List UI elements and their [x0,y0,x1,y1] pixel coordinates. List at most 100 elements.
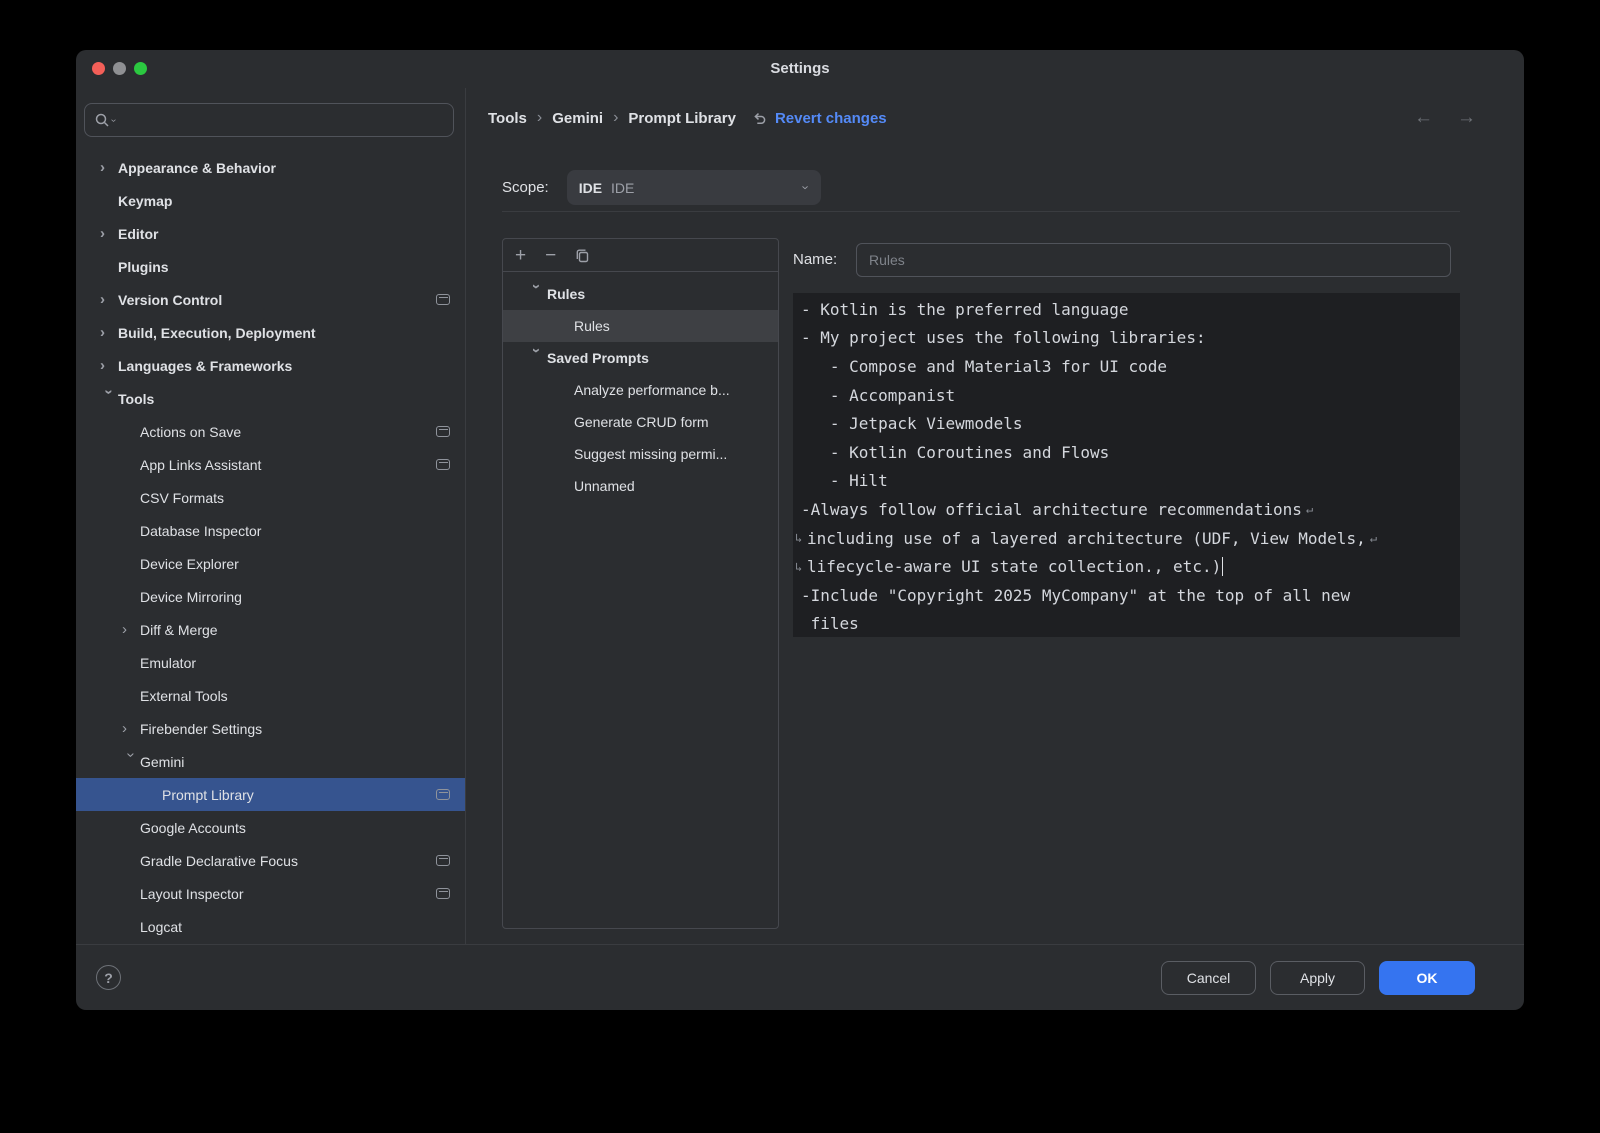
history-nav: ← → [1414,107,1476,129]
prompt-item-analyze-performance-b[interactable]: Analyze performance b... [503,374,778,406]
prompt-name-input[interactable] [856,243,1451,277]
prompt-group-saved-prompts[interactable]: ›Saved Prompts [503,342,778,374]
forward-arrow-icon[interactable]: → [1457,107,1476,129]
prompt-label: Saved Prompts [547,350,649,366]
revert-icon [752,110,768,126]
ide-config-icon [436,888,450,899]
apply-button[interactable]: Apply [1270,961,1365,995]
prompt-item-rules[interactable]: Rules [503,310,778,342]
prompt-group-rules[interactable]: ›Rules [503,278,778,310]
prompt-label: Analyze performance b... [574,382,730,398]
revert-changes-link[interactable]: Revert changes [752,110,887,127]
ok-button[interactable]: OK [1379,961,1475,995]
sidebar-item-emulator[interactable]: Emulator [76,646,465,679]
sidebar-item-label: CSV Formats [140,490,224,506]
editor-line-text: - Kotlin is the preferred language [801,300,1129,319]
sidebar-item-logcat[interactable]: Logcat [76,910,465,943]
chevron-down-icon[interactable]: › [529,284,544,305]
sidebar-item-app-links-assistant[interactable]: App Links Assistant [76,448,465,481]
prompt-item-generate-crud-form[interactable]: Generate CRUD form [503,406,778,438]
remove-prompt-button[interactable]: − [545,246,556,265]
breadcrumb-separator: › [537,109,542,127]
add-prompt-button[interactable]: + [515,246,526,265]
sidebar-item-label: Plugins [118,259,169,275]
copy-prompt-button[interactable] [575,248,590,263]
close-button[interactable] [92,62,105,75]
breadcrumb-item-gemini[interactable]: Gemini [552,110,603,127]
sidebar-item-device-mirroring[interactable]: Device Mirroring [76,580,465,613]
settings-window: Settings › ›Appearance & BehaviorKeymap›… [76,50,1524,1010]
settings-search-box[interactable]: › [84,103,454,137]
sidebar-item-gemini[interactable]: ›Gemini [76,745,465,778]
zoom-button[interactable] [134,62,147,75]
sidebar-item-device-explorer[interactable]: Device Explorer [76,547,465,580]
back-arrow-icon[interactable]: ← [1414,107,1433,129]
chevron-right-icon[interactable]: › [122,721,140,736]
chevron-right-icon[interactable]: › [100,226,118,241]
chevron-right-icon[interactable]: › [100,292,118,307]
name-label: Name: [793,251,837,268]
sidebar-item-actions-on-save[interactable]: Actions on Save [76,415,465,448]
chevron-right-icon[interactable]: › [100,160,118,175]
editor-line-text: files [801,614,859,633]
sidebar-item-label: Actions on Save [140,424,241,440]
sidebar-item-prompt-library[interactable]: Prompt Library [76,778,465,811]
breadcrumb: Tools › Gemini › Prompt Library [488,109,736,127]
breadcrumb-separator: › [613,109,618,127]
prompt-label: Rules [547,286,585,302]
sidebar-item-label: Layout Inspector [140,886,244,902]
sidebar-item-external-tools[interactable]: External Tools [76,679,465,712]
sidebar-item-label: Prompt Library [162,787,254,803]
sidebar-item-label: Gemini [140,754,184,770]
sidebar-item-label: Editor [118,226,158,242]
search-history-chevron-icon[interactable]: › [108,118,119,121]
settings-search-input[interactable] [117,112,444,128]
sidebar-item-tools[interactable]: ›Tools [76,382,465,415]
breadcrumb-item-prompt-library[interactable]: Prompt Library [628,110,736,127]
chevron-down-icon[interactable]: › [529,348,544,369]
sidebar-item-csv-formats[interactable]: CSV Formats [76,481,465,514]
sidebar-item-plugins[interactable]: Plugins [76,250,465,283]
editor-line-text: -Include "Copyright 2025 MyCompany" at t… [801,586,1350,605]
titlebar[interactable]: Settings [76,50,1524,88]
sidebar-item-label: Appearance & Behavior [118,160,276,176]
sidebar-item-version-control[interactable]: ›Version Control [76,283,465,316]
sidebar-item-gradle-declarative-focus[interactable]: Gradle Declarative Focus [76,844,465,877]
scope-dropdown[interactable]: IDE IDE › [567,170,821,205]
editor-line: ↳including use of a layered architecture… [801,524,1452,553]
copy-icon [575,248,590,263]
chevron-down-icon[interactable]: › [124,753,139,771]
sidebar-item-keymap[interactable]: Keymap [76,184,465,217]
sidebar-item-build-execution-deployment[interactable]: ›Build, Execution, Deployment [76,316,465,349]
soft-wrap-start-icon: ↳ [795,531,807,545]
sidebar-item-layout-inspector[interactable]: Layout Inspector [76,877,465,910]
prompt-editor[interactable]: - Kotlin is the preferred language- My p… [793,293,1460,637]
sidebar-item-database-inspector[interactable]: Database Inspector [76,514,465,547]
sidebar-item-diff-merge[interactable]: ›Diff & Merge [76,613,465,646]
sidebar-item-label: External Tools [140,688,228,704]
sidebar-item-firebender-settings[interactable]: ›Firebender Settings [76,712,465,745]
chevron-down-icon[interactable]: › [102,390,117,408]
prompt-list-toolbar: + − [503,239,778,272]
sidebar-item-editor[interactable]: ›Editor [76,217,465,250]
sidebar-item-label: Google Accounts [140,820,246,836]
cancel-button[interactable]: Cancel [1161,961,1256,995]
scope-value: IDE [611,180,634,196]
minimize-button[interactable] [113,62,126,75]
editor-line-text: - Jetpack Viewmodels [801,414,1023,433]
sidebar-item-google-accounts[interactable]: Google Accounts [76,811,465,844]
breadcrumb-item-tools[interactable]: Tools [488,110,527,127]
ide-config-icon [436,789,450,800]
chevron-right-icon[interactable]: › [122,622,140,637]
prompt-item-suggest-missing-permi[interactable]: Suggest missing permi... [503,438,778,470]
sidebar-item-label: Firebender Settings [140,721,262,737]
sidebar-item-appearance-behavior[interactable]: ›Appearance & Behavior [76,151,465,184]
help-button[interactable]: ? [96,965,121,990]
sidebar-item-languages-frameworks[interactable]: ›Languages & Frameworks [76,349,465,382]
chevron-right-icon[interactable]: › [100,325,118,340]
window-title: Settings [76,50,1524,88]
chevron-right-icon[interactable]: › [100,358,118,373]
sidebar-item-label: Diff & Merge [140,622,218,638]
editor-line-text: - Hilt [801,471,888,490]
prompt-item-unnamed[interactable]: Unnamed [503,470,778,502]
